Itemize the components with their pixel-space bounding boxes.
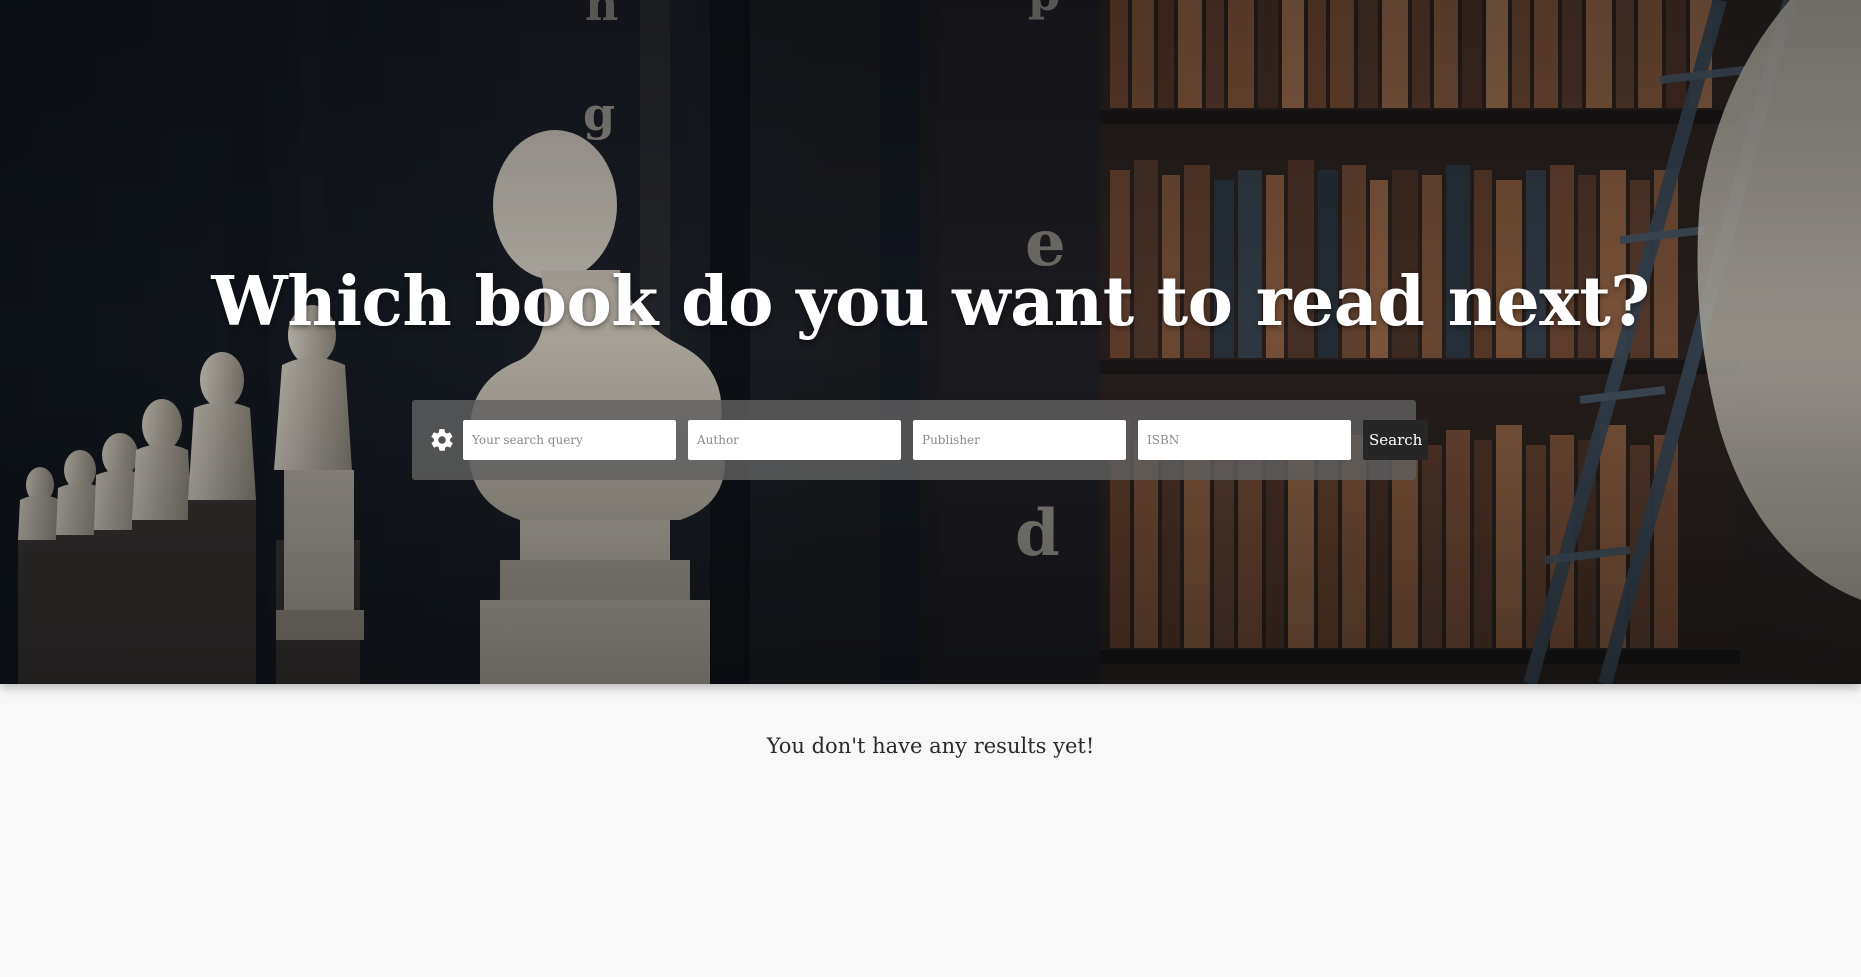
search-form: Search [412, 400, 1428, 480]
hero-section: n g p e d [0, 0, 1861, 684]
publisher-input[interactable] [913, 420, 1126, 460]
settings-button[interactable] [425, 423, 459, 457]
search-button[interactable]: Search [1363, 420, 1428, 460]
gear-icon [431, 429, 453, 451]
page-title: Which book do you want to read next? [211, 262, 1650, 342]
isbn-input[interactable] [1138, 420, 1351, 460]
empty-results-message: You don't have any results yet! [766, 734, 1095, 758]
search-query-input[interactable] [463, 420, 676, 460]
author-input[interactable] [688, 420, 901, 460]
